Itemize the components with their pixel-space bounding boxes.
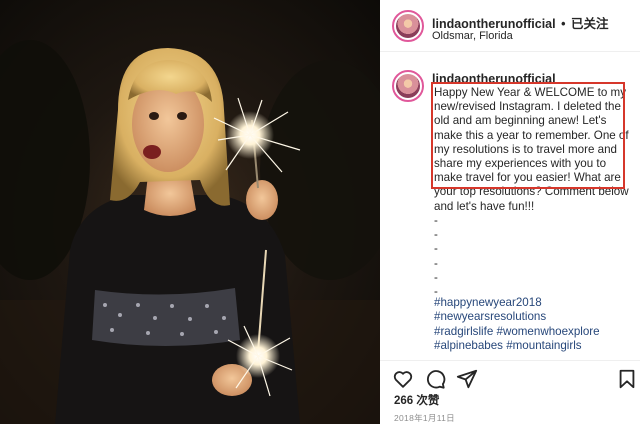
dash-line: - [434,228,438,242]
dash-line: - [434,242,438,256]
location-link[interactable]: Oldsmar, Florida [432,30,513,42]
caption-text: Happy New Year & WELCOME to my new/revis… [434,86,629,213]
post-sidebar: lindaontherunofficial • 已关注 Oldsmar, Flo… [380,0,640,424]
bookmark-icon[interactable] [616,368,638,390]
username-link[interactable]: lindaontherunofficial [432,17,556,31]
heart-icon[interactable] [392,368,414,390]
hashtag-link[interactable]: #happynewyear2018 [434,296,634,310]
caption-avatar[interactable] [392,70,424,102]
hashtag-link[interactable]: #alpinebabes #mountaingirls [434,339,634,353]
comment-icon[interactable] [424,368,446,390]
separator-dot: • [561,17,566,31]
follow-status-button[interactable]: 已关注 [571,17,609,31]
post-date: 2018年1月11日 [394,413,455,423]
like-count[interactable]: 266 次赞 [394,392,439,408]
action-bar [380,360,640,394]
hashtag-list: #happynewyear2018 #newyearsresolutions #… [434,296,634,354]
share-icon[interactable] [456,368,478,390]
caption-username-link[interactable]: lindaontherunofficial [432,72,556,86]
hashtag-link[interactable]: #newyearsresolutions [434,310,634,324]
post-header: lindaontherunofficial • 已关注 Oldsmar, Flo… [380,0,640,52]
post-photo[interactable] [0,0,380,424]
avatar[interactable] [392,10,424,42]
caption-dashes: - - - - - - [434,214,438,299]
photo-illustration [0,40,380,424]
dash-line: - [434,214,438,227]
dash-line: - [434,256,438,270]
hashtag-link[interactable]: #radgirlslife #womenwhoexplore [434,325,634,339]
dash-line: - [434,270,438,284]
